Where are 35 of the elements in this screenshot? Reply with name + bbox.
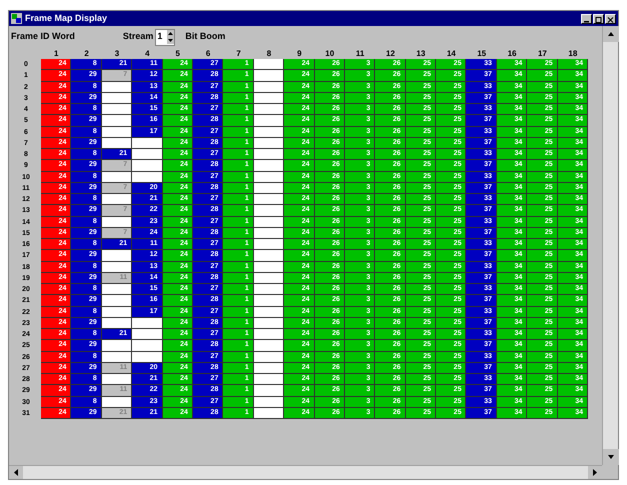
column-header: 2: [83, 50, 90, 58]
minimize-button[interactable]: [581, 14, 592, 24]
horizontal-scrollbar[interactable]: [9, 465, 602, 479]
column-header: 13: [415, 50, 426, 58]
column-header: 4: [144, 50, 151, 58]
column-header: 6: [204, 50, 212, 58]
column-header: 17: [536, 50, 548, 58]
column-header: 9: [296, 50, 303, 58]
scroll-down-icon[interactable]: [603, 449, 619, 465]
maximize-icon: [595, 16, 602, 22]
stream-label: Stream: [122, 30, 154, 44]
window-icon: [11, 13, 22, 24]
column-header: 15: [476, 50, 488, 58]
column-header: 5: [174, 50, 181, 58]
column-header: 1: [52, 50, 60, 58]
scroll-right-icon[interactable]: [588, 466, 602, 479]
close-icon: [607, 16, 614, 22]
scroll-left-icon[interactable]: [9, 466, 23, 479]
vertical-scrollbar[interactable]: [602, 26, 618, 465]
column-header: 11: [354, 50, 366, 58]
scroll-up-icon[interactable]: [603, 26, 619, 42]
stream-spinner[interactable]: 1: [155, 28, 176, 46]
bit-label: Bit Boom: [185, 30, 226, 44]
column-header: 18: [567, 50, 578, 58]
column-header: 10: [324, 50, 336, 58]
column-header: 7: [235, 50, 242, 58]
column-header: 12: [385, 50, 396, 58]
maximize-button[interactable]: [593, 14, 604, 24]
frame-id-label: Frame ID Word: [11, 30, 75, 44]
close-button[interactable]: [605, 14, 616, 24]
column-header: 8: [266, 50, 272, 58]
column-header: 16: [506, 50, 518, 58]
window-title: Frame Map Display: [25, 14, 108, 23]
column-header: 3: [114, 50, 120, 58]
column-header: 14: [446, 50, 457, 58]
